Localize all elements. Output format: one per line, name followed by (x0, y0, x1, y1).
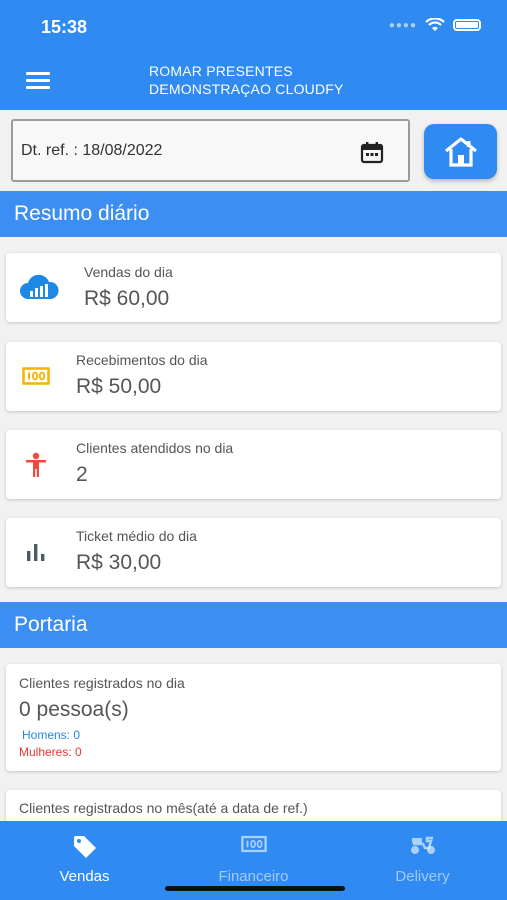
card-clientes-registrados-dia[interactable]: Clientes registrados no dia 0 pessoa(s) … (6, 664, 501, 771)
home-indicator (165, 886, 345, 891)
battery-icon (453, 19, 481, 31)
bar-chart-icon (27, 544, 45, 561)
card-label: Recebimentos do dia (76, 352, 208, 368)
home-icon (444, 136, 477, 167)
card-value: 2 (76, 463, 88, 486)
tab-label: Vendas (59, 868, 110, 885)
status-icons: ●●●● (389, 18, 481, 32)
person-icon (26, 452, 46, 477)
money-icon (240, 835, 267, 853)
menu-icon[interactable] (26, 72, 50, 89)
card-value: 0 pessoa(s) (19, 698, 129, 721)
tab-label: Delivery (395, 868, 450, 885)
date-field-text: Dt. ref. : 18/08/2022 (21, 142, 163, 159)
card-label: Clientes registrados no mês(até a data d… (19, 800, 308, 816)
app-header: 15:38 ●●●● ROMAR PRESENTES DEMONSTRAÇAO … (0, 0, 507, 110)
section-portaria: Portaria (0, 602, 507, 648)
women-count: Mulheres: 0 (19, 745, 82, 759)
cloud-chart-icon (20, 275, 59, 299)
tab-label: Financeiro (218, 868, 289, 885)
wifi-icon (425, 18, 445, 31)
card-label: Ticket médio do dia (76, 528, 197, 544)
men-count: Homens: 0 (22, 728, 81, 742)
scooter-icon (410, 836, 435, 854)
company-subtitle: DEMONSTRAÇAO CLOUDFY (149, 81, 344, 97)
header-title: ROMAR PRESENTES DEMONSTRAÇAO CLOUDFY (149, 62, 344, 98)
company-name: ROMAR PRESENTES (149, 63, 293, 79)
card-label: Clientes atendidos no dia (76, 440, 234, 456)
card-recebimentos-dia[interactable]: Recebimentos do dia R$ 50,00 (6, 342, 501, 411)
home-button[interactable] (424, 124, 497, 179)
tab-delivery[interactable]: Delivery (338, 821, 507, 900)
card-value: R$ 60,00 (84, 287, 170, 310)
calendar-icon[interactable] (360, 141, 384, 165)
money-icon (22, 367, 50, 385)
card-vendas-dia[interactable]: Vendas do dia R$ 60,00 (6, 253, 501, 322)
status-time: 15:38 (41, 17, 88, 37)
tag-icon (73, 836, 96, 858)
section-resumo-diario: Resumo diário (0, 191, 507, 237)
card-label: Clientes registrados no dia (19, 675, 185, 691)
card-ticket-medio[interactable]: Ticket médio do dia R$ 30,00 (6, 518, 501, 587)
card-label: Vendas do dia (84, 264, 173, 280)
card-value: R$ 30,00 (76, 551, 162, 574)
signal-icon: ●●●● (388, 19, 417, 31)
tab-vendas[interactable]: Vendas (0, 821, 169, 900)
card-clientes-atendidos[interactable]: Clientes atendidos no dia 2 (6, 430, 501, 499)
card-value: R$ 50,00 (76, 375, 162, 398)
date-field[interactable]: Dt. ref. : 18/08/2022 (11, 119, 410, 182)
